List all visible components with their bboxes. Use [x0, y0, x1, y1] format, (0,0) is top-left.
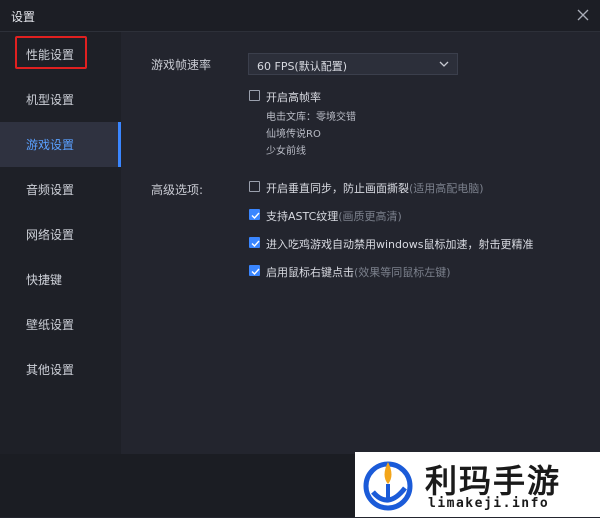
sidebar-item-label: 网络设置 [26, 228, 75, 242]
option-text: 支持ASTC纹理 [266, 210, 339, 223]
title-bar: 设置 [0, 0, 600, 32]
astc-option: 支持ASTC纹理(画质更高清) [266, 208, 402, 224]
sidebar-item-label: 壁纸设置 [26, 318, 75, 332]
sidebar-item-label: 其他设置 [26, 363, 75, 377]
astc-checkbox[interactable] [249, 209, 260, 220]
option-text: 开启垂直同步，防止画面撕裂 [266, 182, 409, 195]
sidebar-item-other[interactable]: 其他设置 [0, 347, 121, 392]
high-fps-label: 开启高帧率 [266, 91, 321, 104]
mouse-accel-option: 进入吃鸡游戏自动禁用windows鼠标加速，射击更精准 [266, 236, 533, 252]
right-click-checkbox[interactable] [249, 265, 260, 276]
vsync-checkbox[interactable] [249, 181, 260, 192]
sidebar-item-label: 快捷键 [26, 273, 63, 287]
sidebar-item-model[interactable]: 机型设置 [0, 77, 121, 122]
chevron-down-icon [439, 59, 449, 69]
option-hint: (效果等同鼠标左键) [354, 266, 451, 279]
supported-game: 仙境传说RO [266, 129, 321, 140]
watermark-domain: limakeji.info [428, 496, 550, 511]
option-hint: (画质更高清) [338, 210, 402, 223]
sidebar-item-audio[interactable]: 音频设置 [0, 167, 121, 212]
check-icon [251, 268, 260, 276]
logo-icon [359, 454, 417, 514]
mouse-accel-checkbox[interactable] [249, 237, 260, 248]
close-icon[interactable] [574, 6, 592, 24]
advanced-options-label: 高级选项: [151, 183, 204, 197]
frame-rate-label: 游戏帧速率 [151, 58, 212, 72]
high-fps-checkbox[interactable] [249, 90, 260, 101]
frame-rate-value: 60 FPS(默认配置) [257, 60, 348, 73]
right-click-option: 启用鼠标右键点击(效果等同鼠标左键) [266, 264, 451, 280]
sidebar: 性能设置 机型设置 游戏设置 音频设置 网络设置 快捷键 壁纸设置 其他设置 [0, 32, 121, 454]
supported-game: 电击文库：零境交错 [266, 112, 356, 123]
sidebar-item-game[interactable]: 游戏设置 [0, 122, 121, 167]
sidebar-item-label: 游戏设置 [26, 138, 75, 152]
option-hint: (适用高配电脑) [409, 182, 484, 195]
vsync-option: 开启垂直同步，防止画面撕裂(适用高配电脑) [266, 180, 484, 196]
option-text: 进入吃鸡游戏自动禁用windows鼠标加速，射击更精准 [266, 238, 534, 251]
sidebar-item-shortcuts[interactable]: 快捷键 [0, 257, 121, 302]
sidebar-item-network[interactable]: 网络设置 [0, 212, 121, 257]
window-title: 设置 [11, 10, 36, 24]
watermark-logo: 利玛手游 limakeji.info [355, 452, 600, 517]
supported-game: 少女前线 [266, 146, 306, 157]
sidebar-item-label: 机型设置 [26, 93, 75, 107]
annotation-highlight-box [15, 36, 87, 69]
sidebar-item-wallpaper[interactable]: 壁纸设置 [0, 302, 121, 347]
option-text: 启用鼠标右键点击 [266, 266, 354, 279]
check-icon [251, 240, 260, 248]
sidebar-item-label: 音频设置 [26, 183, 75, 197]
frame-rate-select[interactable]: 60 FPS(默认配置) [248, 53, 458, 75]
check-icon [251, 212, 260, 220]
